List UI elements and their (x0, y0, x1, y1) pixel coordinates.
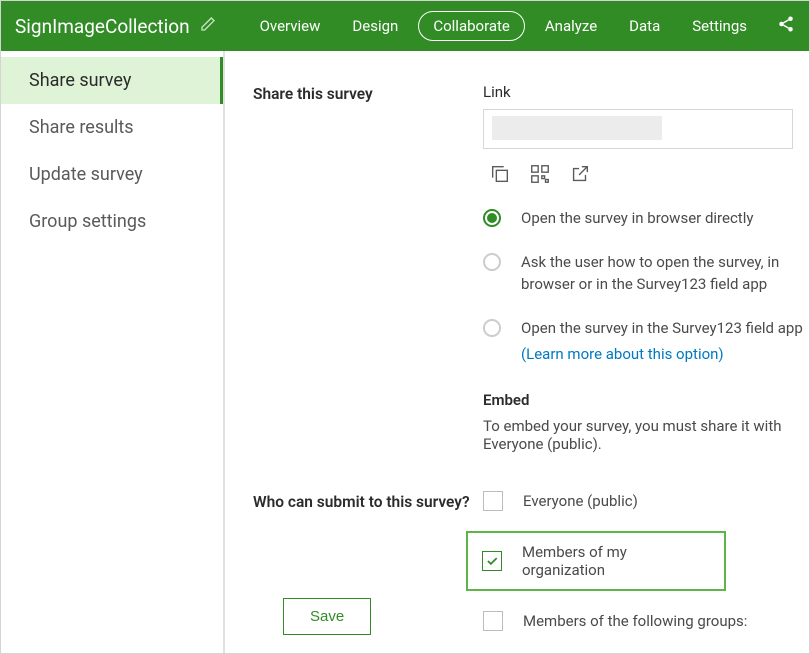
top-navbar: SignImageCollection Overview Design Coll… (1, 1, 809, 51)
radio-open-fieldapp-label: Open the survey in the Survey123 field a… (521, 317, 803, 365)
qr-code-icon[interactable] (529, 163, 551, 185)
checkbox-groups[interactable] (483, 611, 503, 631)
sidebar: Share survey Share results Update survey… (1, 51, 225, 653)
sidebar-item-share-survey[interactable]: Share survey (1, 57, 223, 104)
sidebar-item-group-settings[interactable]: Group settings (1, 198, 223, 245)
survey-link-input[interactable] (483, 109, 793, 149)
app-title: SignImageCollection (15, 15, 190, 38)
checkbox-organization-label: Members of my organization (522, 543, 710, 579)
tab-analyze[interactable]: Analyze (533, 11, 609, 41)
main-tabs: Overview Design Collaborate Analyze Data… (248, 11, 759, 41)
edit-title-icon[interactable] (200, 16, 216, 36)
open-mode-radio-group: Open the survey in browser directly Ask … (483, 207, 809, 365)
checkbox-organization[interactable] (482, 551, 502, 571)
tab-overview[interactable]: Overview (248, 11, 333, 41)
main-panel: Share this survey Link (225, 51, 809, 653)
link-value-placeholder (492, 116, 662, 140)
radio-open-browser-label: Open the survey in browser directly (521, 207, 753, 229)
checkbox-groups-label: Members of the following groups: (523, 612, 747, 630)
learn-more-link[interactable]: (Learn more about this option) (521, 343, 803, 365)
tab-data[interactable]: Data (617, 11, 672, 41)
radio-open-fieldapp[interactable] (483, 319, 501, 337)
tab-collaborate[interactable]: Collaborate (418, 11, 525, 41)
radio-open-ask-label: Ask the user how to open the survey, in … (521, 251, 809, 295)
radio-open-browser[interactable] (483, 209, 501, 227)
checkbox-everyone-label: Everyone (public) (523, 492, 638, 510)
sidebar-item-share-results[interactable]: Share results (1, 104, 223, 151)
share-icon[interactable] (777, 15, 795, 37)
embed-text: To embed your survey, you must share it … (483, 417, 809, 453)
copy-icon[interactable] (489, 163, 511, 185)
submit-checkbox-group: Everyone (public) Members of my organiza… (483, 491, 809, 631)
share-section-label: Share this survey (253, 83, 483, 453)
sidebar-item-update-survey[interactable]: Update survey (1, 151, 223, 198)
save-button[interactable]: Save (283, 598, 371, 635)
link-label: Link (483, 83, 809, 101)
tab-settings[interactable]: Settings (680, 11, 759, 41)
radio-open-ask[interactable] (483, 253, 501, 271)
tab-design[interactable]: Design (340, 11, 410, 41)
checkbox-everyone[interactable] (483, 491, 503, 511)
embed-label: Embed (483, 391, 809, 409)
open-external-icon[interactable] (569, 163, 591, 185)
